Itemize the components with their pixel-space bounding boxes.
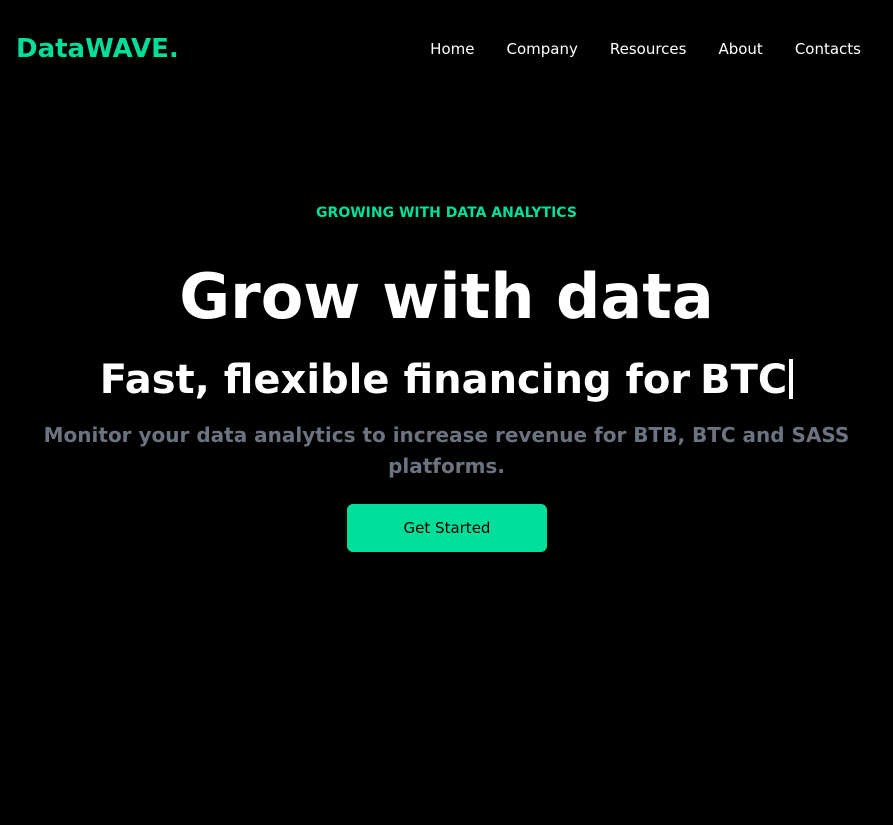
typed-word: BTC	[700, 357, 788, 403]
brand-logo[interactable]: DataWAVE.	[16, 33, 179, 65]
typing-caret	[789, 359, 794, 399]
navbar: DataWAVE. Home Company Resources About C…	[0, 0, 893, 100]
nav-links: Home Company Resources About Contacts	[414, 38, 877, 60]
nav-item-about[interactable]: About	[702, 38, 778, 60]
nav-item-contacts[interactable]: Contacts	[779, 38, 877, 60]
hero-eyebrow: GROWING WITH DATA ANALYTICS	[316, 205, 577, 221]
nav-item-home[interactable]: Home	[414, 38, 490, 60]
hero-description: Monitor your data analytics to increase …	[43, 423, 850, 478]
hero-headline: Grow with data	[179, 260, 714, 333]
hero-subheadline: Fast, flexible financing for BTC	[0, 352, 893, 408]
subheadline-prefix: Fast, flexible financing for	[99, 357, 691, 403]
nav-item-company[interactable]: Company	[490, 38, 593, 60]
nav-item-resources[interactable]: Resources	[594, 38, 703, 60]
get-started-button[interactable]: Get Started	[347, 504, 547, 552]
